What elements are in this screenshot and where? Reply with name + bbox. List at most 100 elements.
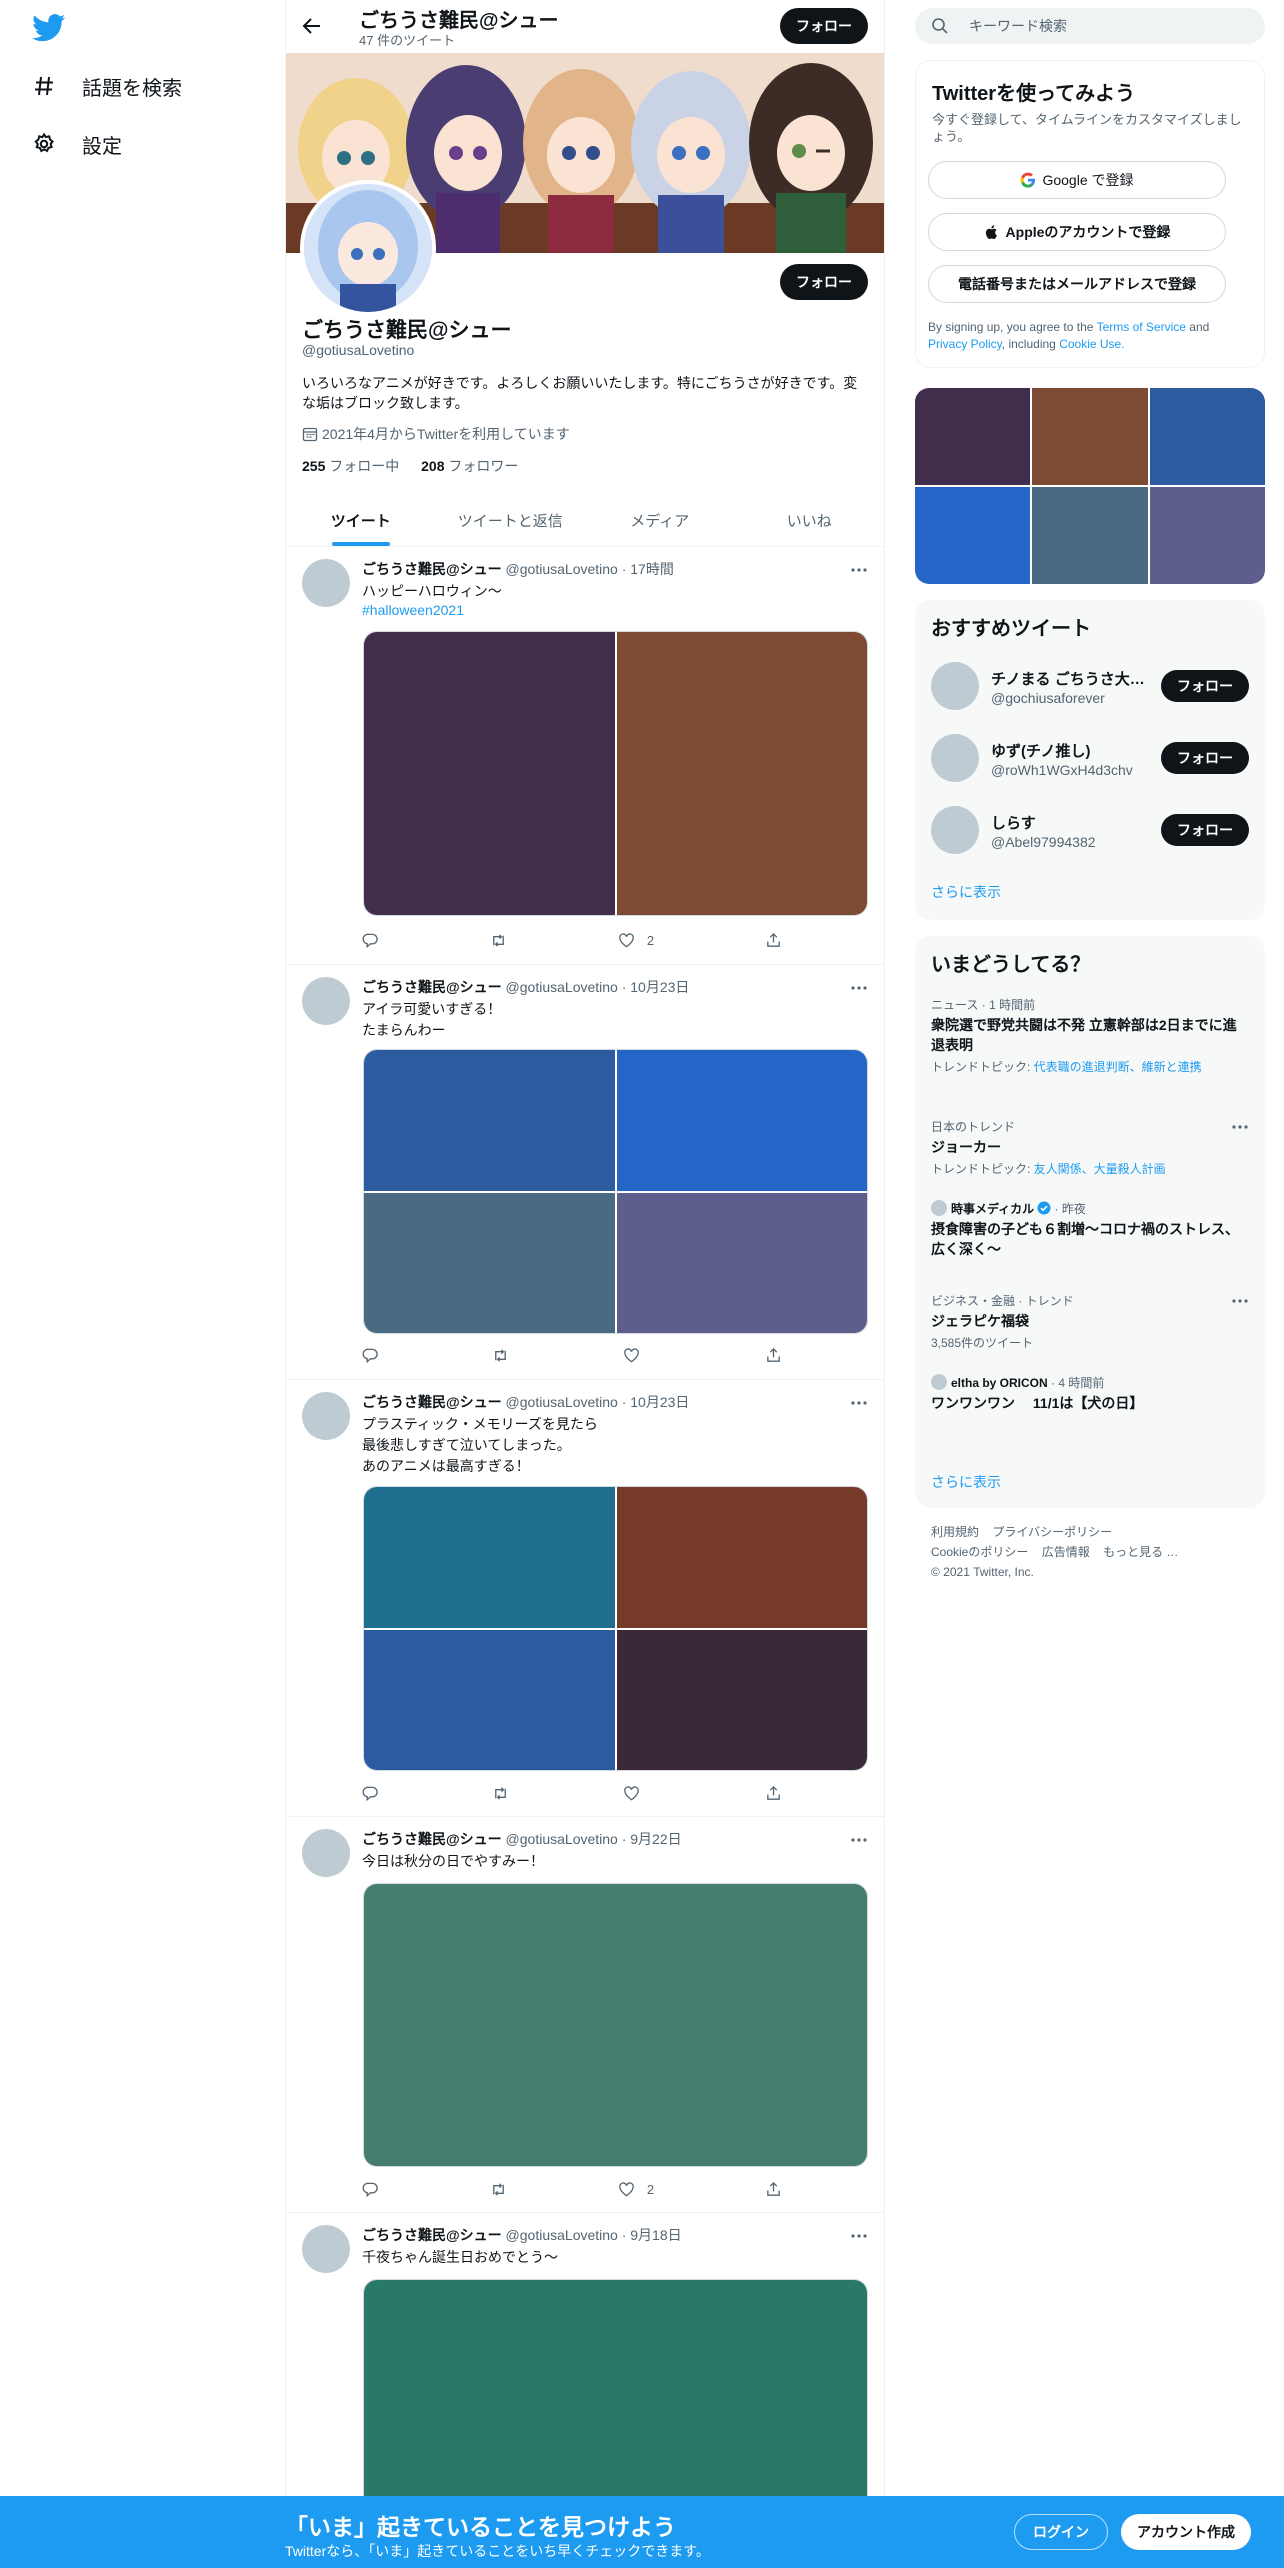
tweet[interactable]: ごちうさ難民@シュー @gotiusaLovetino · 10月23日 アイラ… (286, 965, 884, 1380)
avatar[interactable] (302, 559, 350, 607)
tweet[interactable]: ごちうさ難民@シュー @gotiusaLovetino · 17時間 ハッピーハ… (286, 547, 884, 965)
like-button[interactable]: 2 (618, 2179, 654, 2199)
like-button[interactable] (623, 1345, 652, 1365)
tweet-media[interactable] (363, 1486, 868, 1771)
media-image[interactable] (616, 1629, 867, 1770)
back-arrow-icon[interactable] (300, 14, 324, 38)
login-button[interactable]: ログイン (1014, 2514, 1108, 2550)
footer-link-privacy[interactable]: プライバシーポリシー (992, 1525, 1112, 1539)
nav-item-settings[interactable]: 設定 (32, 124, 122, 164)
media-image[interactable] (364, 1487, 615, 1628)
trend-item[interactable]: ビジネス・金融 · トレンド ジェラピケ福袋 3,585件のツイート (931, 1292, 1249, 1351)
media-thumbnail[interactable] (1032, 487, 1148, 584)
tab-tweets[interactable]: ツイート (286, 494, 436, 546)
avatar[interactable] (931, 662, 979, 710)
tweet-author-name[interactable]: ごちうさ難民@シュー (362, 2227, 502, 2243)
share-button[interactable] (765, 1345, 782, 1365)
trend-item[interactable]: 時事メディカル · 昨夜 摂食障害の子ども６割増～コロナ禍のストレス、広く深く～ (931, 1200, 1249, 1259)
avatar[interactable] (302, 2225, 350, 2273)
tab-tweets-and-replies[interactable]: ツイートと返信 (436, 494, 586, 546)
avatar[interactable] (302, 1829, 350, 1877)
profile-avatar[interactable] (300, 180, 436, 316)
retweet-button[interactable] (490, 2179, 507, 2199)
tweet[interactable]: ごちうさ難民@シュー @gotiusaLovetino · 10月23日 プラス… (286, 1380, 884, 1817)
media-image[interactable] (616, 1050, 867, 1191)
like-button[interactable]: 2 (618, 930, 654, 950)
avatar[interactable] (931, 734, 979, 782)
recommended-user-name[interactable]: チノまる ごちうさ大好き (991, 668, 1146, 689)
show-more-link[interactable]: さらに表示 (931, 1472, 1001, 1492)
create-account-button[interactable]: アカウント作成 (1121, 2514, 1251, 2550)
tab-media[interactable]: メディア (585, 494, 735, 546)
trend-item[interactable]: 日本のトレンド ジョーカー トレンドトピック: 友人関係、大量殺人計画 (931, 1118, 1249, 1177)
recommended-user-name[interactable]: ゆず(チノ推し) (991, 740, 1146, 761)
media-thumbnail[interactable] (915, 388, 1031, 485)
tweet[interactable]: ごちうさ難民@シュー @gotiusaLovetino · 9月22日 今日は秋… (286, 1817, 884, 2213)
share-button[interactable] (765, 930, 782, 950)
header-follow-button[interactable]: フォロー (780, 8, 868, 44)
tweet-author-name[interactable]: ごちうさ難民@シュー (362, 1831, 502, 1847)
retweet-button[interactable] (490, 930, 507, 950)
privacy-link[interactable]: Privacy Policy (928, 337, 1002, 351)
avatar[interactable] (302, 1392, 350, 1440)
recommended-user[interactable]: ゆず(チノ推し) @roWh1WGxH4d3chv フォロー (915, 722, 1265, 794)
tweet-media[interactable] (363, 1049, 868, 1334)
search-input[interactable] (969, 18, 1249, 34)
like-button[interactable] (623, 1783, 652, 1803)
retweet-button[interactable] (492, 1783, 509, 1803)
show-more-link[interactable]: さらに表示 (931, 882, 1001, 902)
follow-button[interactable]: フォロー (1161, 670, 1249, 702)
more-options-icon[interactable] (1231, 1292, 1249, 1310)
trend-item[interactable]: ニュース · 1 時間前 衆院選で野党共闘は不発 立憲幹部は2日までに進退表明 … (931, 996, 1249, 1075)
apple-signup-button[interactable]: Appleのアカウントで登録 (928, 213, 1226, 251)
recommended-user[interactable]: しらす @Abel97994382 フォロー (915, 794, 1265, 866)
more-options-icon[interactable] (850, 1394, 868, 1412)
trend-topic-links[interactable]: 代表職の進退判断、維新と連携 (1034, 1060, 1202, 1074)
media-image[interactable] (364, 1629, 615, 1770)
media-image[interactable] (616, 1487, 867, 1628)
cookie-link[interactable]: Cookie Use. (1059, 337, 1124, 351)
tab-likes[interactable]: いいね (735, 494, 885, 546)
share-button[interactable] (765, 1783, 782, 1803)
media-image[interactable] (616, 632, 867, 915)
more-options-icon[interactable] (850, 561, 868, 579)
recommended-user[interactable]: チノまる ごちうさ大好き @gochiusaforever フォロー (915, 650, 1265, 722)
tweet-author-name[interactable]: ごちうさ難民@シュー (362, 1394, 502, 1410)
media-image[interactable] (616, 1192, 867, 1333)
reply-button[interactable] (362, 2179, 379, 2199)
media-image[interactable] (364, 1050, 615, 1191)
google-signup-button[interactable]: Google で登録 (928, 161, 1226, 199)
tweet-author-name[interactable]: ごちうさ難民@シュー (362, 979, 502, 995)
media-thumbnail[interactable] (1032, 388, 1148, 485)
tweet-author-name[interactable]: ごちうさ難民@シュー (362, 561, 502, 577)
terms-link[interactable]: Terms of Service (1097, 320, 1186, 334)
follow-button[interactable]: フォロー (1161, 742, 1249, 774)
twitter-bird-icon[interactable] (32, 14, 66, 42)
search-box[interactable] (915, 8, 1265, 44)
reply-button[interactable] (362, 930, 379, 950)
recommended-user-name[interactable]: しらす (991, 812, 1146, 833)
followers-stat[interactable]: 208 フォロワー (421, 458, 518, 474)
avatar[interactable] (302, 977, 350, 1025)
reply-button[interactable] (362, 1345, 379, 1365)
retweet-button[interactable] (492, 1345, 509, 1365)
media-thumbnail[interactable] (915, 487, 1031, 584)
share-button[interactable] (765, 2179, 782, 2199)
nav-item-explore[interactable]: 話題を検索 (32, 66, 182, 106)
footer-link-cookie[interactable]: Cookieのポリシー (931, 1545, 1028, 1559)
media-image[interactable] (364, 1884, 867, 2166)
more-options-icon[interactable] (850, 2227, 868, 2245)
avatar[interactable] (931, 806, 979, 854)
profile-follow-button[interactable]: フォロー (780, 264, 868, 300)
trend-topic-links[interactable]: 友人関係、大量殺人計画 (1034, 1162, 1166, 1176)
trend-item[interactable]: eltha by ORICON · 4 時間前 ワンワンワン 11/1は【犬の日… (931, 1374, 1249, 1413)
more-options-icon[interactable] (850, 1831, 868, 1849)
media-thumbnail[interactable] (1149, 388, 1265, 485)
tweet-media[interactable] (363, 1883, 868, 2167)
more-options-icon[interactable] (1231, 1118, 1249, 1136)
media-image[interactable] (364, 632, 615, 915)
footer-link-terms[interactable]: 利用規約 (931, 1525, 979, 1539)
media-image[interactable] (364, 1192, 615, 1333)
media-thumbnail[interactable] (1149, 487, 1265, 584)
hashtag-link[interactable]: #halloween2021 (362, 602, 464, 618)
